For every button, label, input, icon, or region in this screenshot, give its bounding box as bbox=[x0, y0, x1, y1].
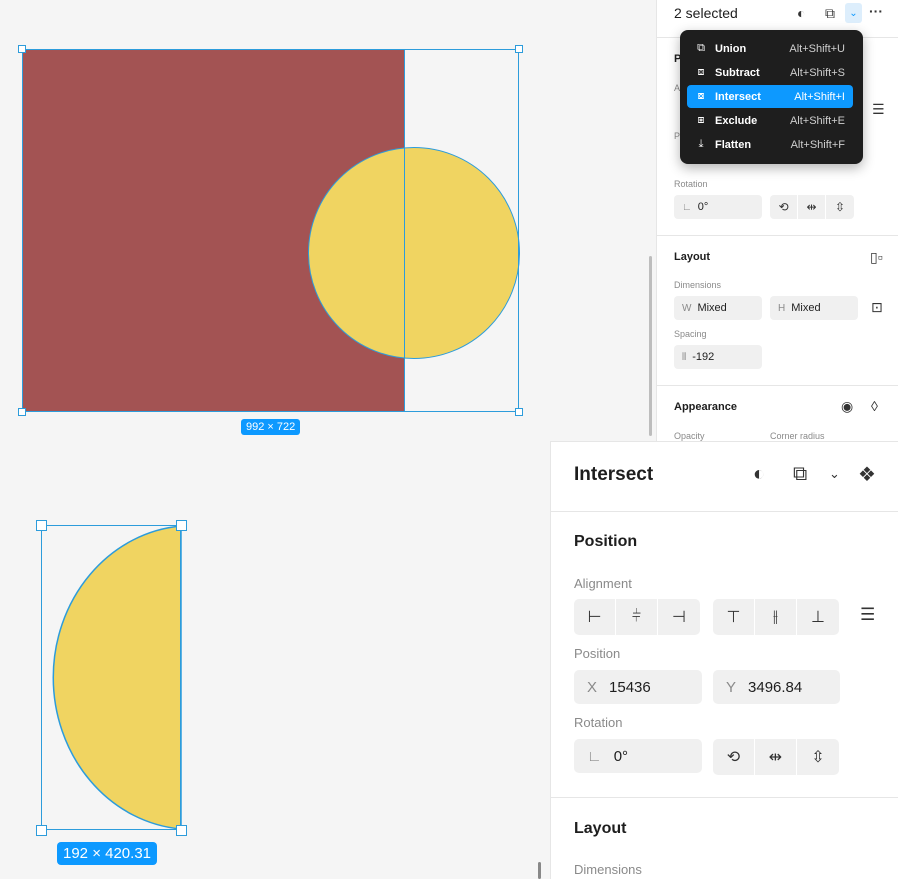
align-middle-v-icon[interactable]: ⫲ bbox=[755, 599, 797, 635]
drop-icon[interactable]: ◊ bbox=[871, 398, 878, 414]
align-left-icon[interactable]: ⊢ bbox=[574, 599, 616, 635]
exclude-icon: ⧆ bbox=[697, 114, 705, 126]
resize-handle-bottom-right[interactable] bbox=[176, 825, 187, 836]
subtract-icon: ⧈ bbox=[697, 66, 705, 78]
flatten-icon: ⤓ bbox=[698, 138, 704, 150]
height-input[interactable]: H Mixed bbox=[770, 296, 858, 320]
rotation-label: Rotation bbox=[674, 179, 708, 189]
boolean-icon[interactable]: ◐ bbox=[753, 463, 765, 486]
width-value: Mixed bbox=[697, 302, 727, 314]
intersect-icon[interactable]: ⧉ bbox=[793, 463, 807, 486]
angle-icon: ∟ bbox=[587, 747, 602, 765]
resize-handle-top-right[interactable] bbox=[515, 45, 523, 53]
resize-handle-top-left[interactable] bbox=[36, 520, 47, 531]
menu-item-exclude[interactable]: ⧆ Exclude Alt+Shift+E bbox=[687, 109, 853, 132]
resize-handle-bottom-left[interactable] bbox=[18, 408, 26, 416]
spacing-label: Spacing bbox=[674, 329, 707, 339]
divider bbox=[551, 511, 898, 512]
height-value: Mixed bbox=[791, 302, 821, 314]
divider bbox=[551, 797, 898, 798]
rotation-label: Rotation bbox=[574, 715, 623, 730]
boolean-operations-menu: ⧉ Union Alt+Shift+U ⧈ Subtract Alt+Shift… bbox=[680, 30, 863, 164]
distribute-icon[interactable]: ☰ bbox=[860, 605, 875, 625]
dimensions-label: Dimensions bbox=[574, 862, 642, 877]
auto-layout-icon[interactable]: ▯▫ bbox=[870, 249, 883, 266]
transform-buttons: ⟲ ⇹ ⇳ bbox=[713, 739, 839, 775]
divider bbox=[657, 385, 898, 386]
opacity-label: Opacity bbox=[674, 431, 705, 441]
angle-icon: ∟ bbox=[682, 201, 692, 213]
width-input[interactable]: W Mixed bbox=[674, 296, 762, 320]
corner-radius-label: Corner radius bbox=[770, 431, 825, 441]
x-position-input[interactable]: X 15436 bbox=[574, 670, 702, 704]
x-value: 15436 bbox=[609, 678, 651, 696]
align-right-icon[interactable]: ⊣ bbox=[658, 599, 700, 635]
horizontal-align-group: ⊢ ⫩ ⊣ bbox=[574, 599, 700, 635]
resize-handle-bottom-right[interactable] bbox=[515, 408, 523, 416]
y-position-input[interactable]: Y 3496.84 bbox=[713, 670, 840, 704]
boolean-icon[interactable]: ◐ bbox=[797, 5, 805, 21]
selection-count-title: 2 selected bbox=[674, 5, 738, 21]
resize-handle-bottom-left[interactable] bbox=[36, 825, 47, 836]
width-prefix: W bbox=[682, 302, 692, 314]
align-top-icon[interactable]: ⊤ bbox=[713, 599, 755, 635]
menu-item-subtract[interactable]: ⧈ Subtract Alt+Shift+S bbox=[687, 61, 853, 84]
panel-title: Intersect bbox=[574, 464, 654, 485]
intersect-icon: ⧇ bbox=[697, 90, 705, 102]
eye-icon[interactable]: ◉ bbox=[841, 398, 853, 415]
position-header: Position bbox=[574, 533, 638, 550]
align-bottom-icon[interactable]: ⊥ bbox=[797, 599, 839, 635]
resize-to-fit-icon[interactable]: ⊡ bbox=[871, 299, 883, 316]
rotate-90-icon[interactable]: ⟲ bbox=[713, 739, 755, 775]
resize-handle-top-right[interactable] bbox=[176, 520, 187, 531]
rotate-90-icon[interactable]: ⟲ bbox=[770, 195, 798, 219]
union-icon: ⧉ bbox=[697, 42, 705, 54]
more-icon[interactable]: ··· bbox=[869, 3, 883, 19]
dimensions-badge: 992 × 722 bbox=[241, 419, 301, 435]
dimensions-badge: 192 × 420.31 bbox=[57, 842, 158, 865]
distribute-icon[interactable]: ☰ bbox=[872, 101, 885, 118]
flip-vertical-icon[interactable]: ⇳ bbox=[797, 739, 839, 775]
spacing-icon: ⫴ bbox=[682, 351, 687, 363]
height-prefix: H bbox=[778, 302, 786, 314]
flip-horizontal-icon[interactable]: ⇹ bbox=[755, 739, 797, 775]
flip-vertical-icon[interactable]: ⇳ bbox=[826, 195, 854, 219]
chevron-down-icon[interactable]: ⌄ bbox=[829, 466, 840, 482]
resize-handle-top-left[interactable] bbox=[18, 45, 26, 53]
menu-item-union[interactable]: ⧉ Union Alt+Shift+U bbox=[687, 37, 853, 60]
rotation-input[interactable]: ∟ 0° bbox=[674, 195, 762, 219]
align-center-h-icon[interactable]: ⫩ bbox=[616, 599, 658, 635]
appearance-header: Appearance bbox=[674, 401, 737, 413]
layout-header: Layout bbox=[574, 820, 627, 837]
layout-header: Layout bbox=[674, 251, 711, 263]
vertical-align-group: ⊤ ⫲ ⊥ bbox=[713, 599, 839, 635]
canvas-scrollbar[interactable] bbox=[538, 862, 541, 879]
rotation-input[interactable]: ∟ 0° bbox=[574, 739, 702, 773]
y-value: 3496.84 bbox=[748, 678, 803, 696]
canvas-scrollbar[interactable] bbox=[649, 256, 652, 436]
y-prefix: Y bbox=[726, 678, 737, 696]
rotation-value: 0° bbox=[697, 201, 709, 213]
chevron-down-icon[interactable]: ⌄ bbox=[845, 3, 862, 23]
transform-buttons: ⟲ ⇹ ⇳ bbox=[770, 195, 854, 219]
menu-item-flatten[interactable]: ⤓ Flatten Alt+Shift+F bbox=[687, 133, 853, 156]
alignment-label: Alignment bbox=[574, 576, 632, 591]
selection-bounds-top bbox=[22, 49, 519, 412]
flip-horizontal-icon[interactable]: ⇹ bbox=[798, 195, 826, 219]
position-label: Position bbox=[574, 646, 621, 661]
spacing-value: -192 bbox=[692, 351, 715, 363]
selection-bounds-bottom bbox=[41, 525, 181, 830]
x-prefix: X bbox=[587, 678, 598, 696]
rotation-value: 0° bbox=[613, 747, 629, 765]
dimensions-label: Dimensions bbox=[674, 280, 722, 290]
spacing-input[interactable]: ⫴ -192 bbox=[674, 345, 762, 369]
menu-item-intersect[interactable]: ⧇ Intersect Alt+Shift+I bbox=[687, 85, 853, 108]
divider bbox=[657, 235, 898, 236]
union-icon[interactable]: ⧉ bbox=[825, 5, 835, 22]
component-icon[interactable]: ❖ bbox=[858, 462, 876, 487]
